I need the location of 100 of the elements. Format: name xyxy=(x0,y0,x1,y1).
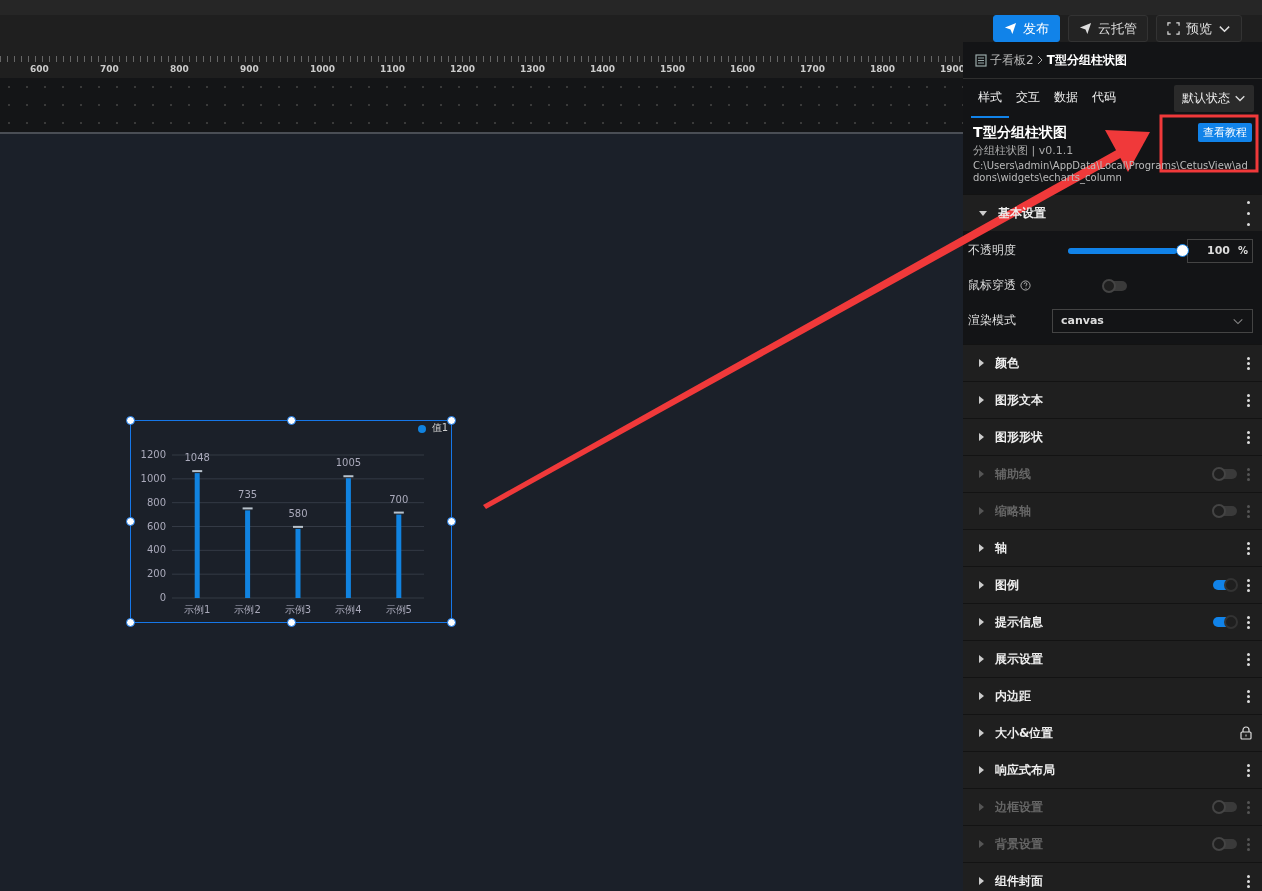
send-icon xyxy=(1079,22,1092,35)
more-icon[interactable] xyxy=(1245,689,1252,703)
more-icon[interactable] xyxy=(1245,615,1252,629)
axis-tick-label: 800 xyxy=(146,496,166,508)
toolbar-button[interactable]: 云托管 xyxy=(1068,15,1148,42)
toolbar-button[interactable]: 发布 xyxy=(993,15,1060,42)
axis-tick-label: 400 xyxy=(146,544,166,556)
toolbar-button[interactable]: 预览 xyxy=(1156,15,1242,42)
section-title[interactable]: 轴 xyxy=(995,539,1007,557)
data-label: 1048 xyxy=(184,452,210,464)
section-title[interactable]: 内边距 xyxy=(995,687,1031,705)
help-icon[interactable] xyxy=(1020,280,1031,291)
render-mode-select[interactable]: canvas xyxy=(1052,308,1253,333)
breadcrumb-link[interactable]: 子看板2 xyxy=(990,51,1034,69)
category-label: 示例1 xyxy=(184,604,211,615)
field-label: 鼠标穿透 xyxy=(968,277,1016,294)
more-icon[interactable] xyxy=(1245,393,1252,407)
tab[interactable]: 数据 xyxy=(1047,78,1085,118)
caret-icon xyxy=(979,433,984,441)
state-dropdown[interactable]: 默认状态 xyxy=(1174,84,1254,112)
caret-icon xyxy=(979,581,984,589)
ruler-label: 1400 xyxy=(590,64,617,76)
caret-icon xyxy=(979,840,984,848)
section-title[interactable]: 提示信息 xyxy=(995,613,1043,631)
send-icon xyxy=(1004,22,1017,35)
bar-cap xyxy=(293,525,303,528)
more-icon[interactable] xyxy=(1245,430,1252,444)
field-label: 不透明度 xyxy=(968,242,1017,259)
caret-icon xyxy=(979,877,984,885)
caret-icon xyxy=(979,507,984,515)
section-title[interactable]: 图形文本 xyxy=(995,391,1043,409)
bar-cap xyxy=(192,470,203,473)
resize-handle[interactable] xyxy=(447,416,456,425)
caret-icon xyxy=(979,655,984,663)
ruler-label: 1100 xyxy=(380,64,407,76)
axis-tick-label: 1000 xyxy=(140,472,166,484)
fullscreen-icon xyxy=(1167,22,1180,35)
section-title[interactable]: 图形形状 xyxy=(995,428,1043,446)
opacity-input[interactable]: 100 % xyxy=(1187,238,1253,263)
more-icon[interactable] xyxy=(1245,874,1252,888)
tutorial-button[interactable]: 查看教程 xyxy=(1198,123,1252,142)
resize-handle[interactable] xyxy=(287,416,296,425)
section-title[interactable]: 展示设置 xyxy=(995,650,1043,668)
more-icon[interactable] xyxy=(1245,578,1252,592)
section-title[interactable]: 大小&位置 xyxy=(995,724,1054,742)
more-icon[interactable] xyxy=(1245,200,1252,226)
tab[interactable]: 代码 xyxy=(1085,78,1123,118)
tab[interactable]: 样式 xyxy=(971,78,1009,118)
section-title[interactable]: 组件封面 xyxy=(995,872,1043,890)
ruler-label: 1300 xyxy=(520,64,547,76)
bar-cap xyxy=(393,511,404,514)
ruler-label: 600 xyxy=(30,64,50,76)
ruler-label: 1700 xyxy=(800,64,827,76)
axis-tick-label: 200 xyxy=(146,568,166,580)
data-label: 700 xyxy=(389,493,409,505)
more-icon[interactable] xyxy=(1245,541,1252,555)
category-label: 示例3 xyxy=(284,604,312,615)
section-title[interactable]: 图例 xyxy=(995,576,1019,594)
document-icon xyxy=(975,53,987,67)
data-label: 735 xyxy=(238,489,258,501)
axis-tick-label: 600 xyxy=(146,520,166,532)
category-label: 示例5 xyxy=(385,604,412,615)
ruler-label: 1600 xyxy=(730,64,757,76)
field-label: 渲染模式 xyxy=(968,312,1016,329)
category-label: 示例4 xyxy=(335,604,362,615)
legend-label: 值1 xyxy=(431,421,448,435)
ruler-label: 1500 xyxy=(660,64,687,76)
axis-tick-label: 0 xyxy=(159,592,166,603)
caret-icon xyxy=(979,766,984,774)
component-title: T型分组柱状图 xyxy=(973,123,1067,142)
more-icon[interactable] xyxy=(1245,356,1252,370)
bar-cap xyxy=(343,475,354,478)
ruler-label: 900 xyxy=(240,64,260,76)
resize-handle[interactable] xyxy=(287,618,296,627)
caret-icon xyxy=(979,470,984,478)
opacity-slider[interactable] xyxy=(1068,244,1186,257)
ruler-label: 700 xyxy=(100,64,120,76)
caret-icon xyxy=(979,396,984,404)
toggle-switch[interactable] xyxy=(1213,617,1237,627)
bar-cap xyxy=(242,507,253,510)
section-title[interactable]: 颜色 xyxy=(995,354,1019,372)
resize-handle[interactable] xyxy=(126,618,135,627)
section-title[interactable]: 响应式布局 xyxy=(995,761,1055,779)
resize-handle[interactable] xyxy=(126,517,135,526)
ruler-label: 1800 xyxy=(870,64,897,76)
lock-icon[interactable] xyxy=(1240,726,1252,740)
toggle-switch[interactable] xyxy=(1213,580,1237,590)
resize-handle[interactable] xyxy=(447,618,456,627)
more-icon[interactable] xyxy=(1245,652,1252,666)
toggle-switch[interactable] xyxy=(1103,280,1127,291)
more-icon[interactable] xyxy=(1245,763,1252,777)
tab[interactable]: 交互 xyxy=(1009,78,1047,118)
resize-handle[interactable] xyxy=(447,517,456,526)
caret-icon xyxy=(979,692,984,700)
caret-icon xyxy=(979,618,984,626)
breadcrumb-current: T型分组柱状图 xyxy=(1046,51,1127,69)
axis-tick-label: 1200 xyxy=(140,449,166,460)
chevron-right-icon xyxy=(1036,55,1044,65)
ruler-label: 800 xyxy=(170,64,190,76)
resize-handle[interactable] xyxy=(126,416,135,425)
